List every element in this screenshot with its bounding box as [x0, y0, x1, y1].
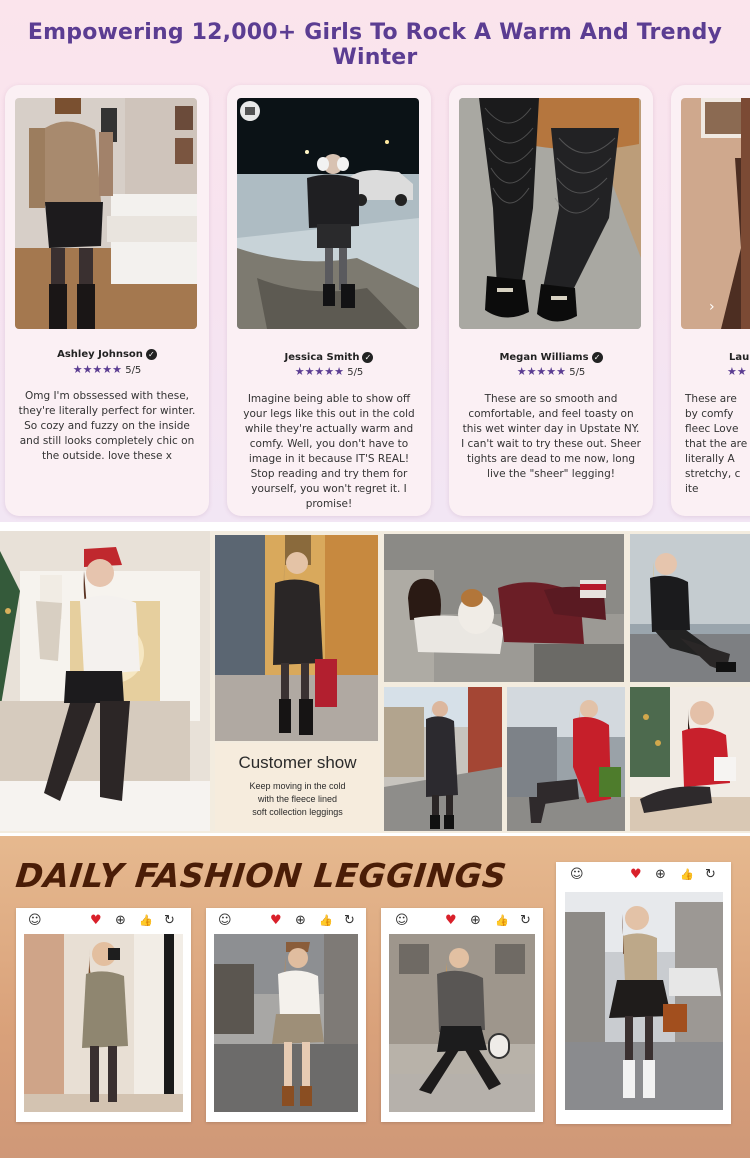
customer-show-collage: Customer show Keep moving in the cold wi… — [0, 531, 750, 833]
star-rating-icons: ★★★★★ — [294, 365, 345, 378]
star-rating-icons: ★★★★★ — [516, 365, 567, 378]
reviews-title: Empowering 12,000+ Girls To Rock A Warm … — [27, 20, 723, 70]
post-photo-2 — [214, 934, 358, 1112]
profile-icon[interactable]: ☺ — [218, 913, 232, 929]
review-text-3: These are so smooth and comfortable, and… — [461, 393, 641, 480]
heart-icon[interactable]: ♥ — [630, 867, 642, 883]
review-text-1: Omg I'm obssessed with these, they're li… — [18, 390, 196, 462]
review-card-3[interactable]: Megan Williams ✓ ★★★★★ 5/5 These are so s… — [449, 85, 653, 516]
heart-icon[interactable]: ♥ — [445, 913, 457, 929]
customer-show-subtitle-2: with the fleece lined — [257, 794, 338, 804]
rating-3: ★★★★★ 5/5 — [449, 365, 653, 378]
review-card-1[interactable]: Ashley Johnson ✓ ★★★★★ 5/5 Omg I'm obsses… — [5, 85, 209, 516]
rating-score: 5/5 — [125, 365, 142, 376]
customer-show-title: Customer show — [238, 753, 357, 772]
heart-icon[interactable]: ♥ — [270, 913, 282, 929]
heart-icon[interactable]: ♥ — [90, 913, 102, 929]
collage-photo-long-coat — [384, 687, 502, 831]
add-icon[interactable]: ⊕ — [470, 913, 481, 929]
like-icon[interactable]: 👍 — [319, 913, 333, 929]
reviewer-name-text-2: Jessica Smith — [284, 352, 360, 363]
post-card-2[interactable]: ☺ ♥ ⊕ 👍 ↻ — [206, 908, 366, 1122]
review-photo-1 — [15, 98, 197, 329]
review-photo-3 — [459, 98, 641, 329]
collage-photo-sofa-dog — [384, 534, 624, 682]
post-toolbar: ☺ ♥ ⊕ 👍 ↻ — [16, 913, 191, 929]
post-card-1[interactable]: ☺ ♥ ⊕ 👍 ↻ — [16, 908, 191, 1122]
verified-check-icon: ✓ — [362, 352, 374, 363]
rating-score: 5/5 — [569, 367, 586, 378]
review-card-4[interactable]: › Laur ★★ These are by comfy fleec Love … — [671, 85, 750, 516]
like-icon[interactable]: 👍 — [680, 867, 694, 883]
collage-photo-street — [215, 535, 378, 741]
star-rating-icons: ★★ — [727, 365, 747, 378]
profile-icon[interactable]: ☺ — [570, 867, 584, 883]
daily-fashion-title: DAILY FASHION LEGGINGS — [13, 856, 509, 895]
customer-show-caption: Customer show Keep moving in the cold wi… — [215, 743, 380, 831]
share-icon[interactable]: ↻ — [344, 913, 355, 929]
rating-2: ★★★★★ 5/5 — [227, 365, 431, 378]
post-card-4[interactable]: ☺ ♥ ⊕ 👍 ↻ — [556, 862, 731, 1124]
reviews-section: Empowering 12,000+ Girls To Rock A Warm … — [0, 0, 750, 522]
reviewer-name-text-1: Ashley Johnson — [57, 349, 143, 360]
reviewer-name-text-4: Laur — [729, 352, 750, 363]
add-icon[interactable]: ⊕ — [115, 913, 126, 929]
post-toolbar: ☺ ♥ ⊕ 👍 ↻ — [381, 913, 543, 929]
add-icon[interactable]: ⊕ — [655, 867, 666, 883]
add-icon[interactable]: ⊕ — [295, 913, 306, 929]
rating-1: ★★★★★ 5/5 — [5, 363, 209, 376]
collage-photo-christmas — [0, 531, 210, 831]
post-toolbar: ☺ ♥ ⊕ 👍 ↻ — [206, 913, 366, 929]
customer-show-subtitle-1: Keep moving in the cold — [249, 781, 346, 791]
post-toolbar: ☺ ♥ ⊕ 👍 ↻ — [556, 867, 731, 883]
rating-4: ★★ — [727, 365, 750, 378]
rating-score: 5/5 — [347, 367, 364, 378]
profile-icon[interactable]: ☺ — [395, 913, 409, 929]
reviewer-name-2: Jessica Smith ✓ — [227, 352, 431, 363]
carousel-next-icon[interactable]: › — [709, 299, 715, 315]
share-icon[interactable]: ↻ — [520, 913, 531, 929]
verified-check-icon: ✓ — [591, 352, 603, 363]
daily-fashion-section: DAILY FASHION LEGGINGS ☺ ♥ ⊕ 👍 ↻ ☺ ♥ ⊕ 👍… — [0, 836, 750, 1158]
share-icon[interactable]: ↻ — [705, 867, 716, 883]
post-card-3[interactable]: ☺ ♥ ⊕ 👍 ↻ — [381, 908, 543, 1122]
post-photo-4 — [565, 892, 723, 1110]
share-icon[interactable]: ↻ — [164, 913, 175, 929]
customer-show-subtitle-3: soft collection leggings — [252, 807, 343, 817]
collage-photo-red-dress — [630, 687, 750, 831]
profile-icon[interactable]: ☺ — [28, 913, 42, 929]
review-text-4: These are by comfy fleec Love that the a… — [685, 393, 748, 495]
review-text-2: Imagine being able to show off your legs… — [243, 393, 415, 510]
review-photo-4 — [681, 98, 750, 329]
reviewer-name-4: Laur — [729, 352, 750, 363]
star-rating-icons: ★★★★★ — [72, 363, 123, 376]
verified-check-icon: ✓ — [145, 349, 157, 360]
reviewer-name-text-3: Megan Williams — [499, 352, 589, 363]
collage-photo-leather-jacket — [630, 534, 750, 682]
reviewer-name-3: Megan Williams ✓ — [449, 352, 653, 363]
post-photo-3 — [389, 934, 535, 1112]
like-icon[interactable]: 👍 — [495, 913, 509, 929]
review-card-2[interactable]: Jessica Smith ✓ ★★★★★ 5/5 Imagine being a… — [227, 85, 431, 516]
review-photo-2 — [237, 98, 419, 329]
like-icon[interactable]: 👍 — [139, 913, 153, 929]
post-photo-1 — [24, 934, 183, 1112]
reviewer-name-1: Ashley Johnson ✓ — [5, 349, 209, 360]
collage-photo-red-coat — [507, 687, 625, 831]
